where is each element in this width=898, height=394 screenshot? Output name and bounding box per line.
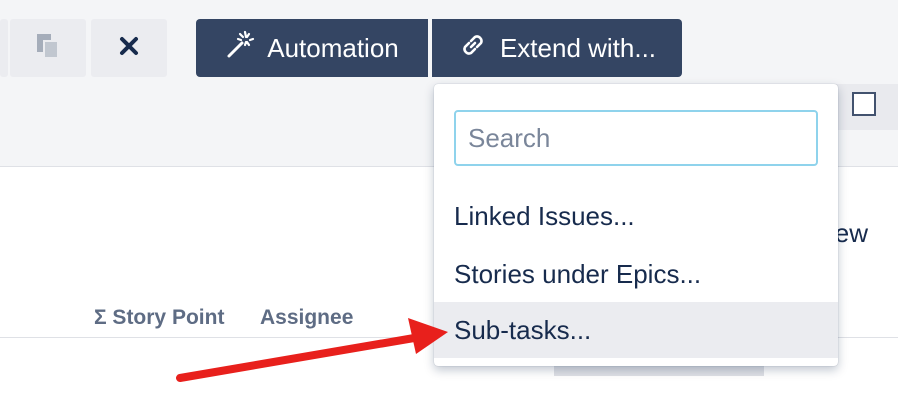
automation-label: Automation xyxy=(267,32,399,63)
menu-item-stories-under-epics[interactable]: Stories under Epics... xyxy=(434,246,838,302)
link-icon xyxy=(458,30,488,67)
close-icon xyxy=(119,36,139,61)
extend-with-button[interactable]: Extend with... xyxy=(432,19,682,77)
column-header-story-points[interactable]: Σ Story Point xyxy=(94,306,224,330)
column-header-assignee[interactable]: Assignee xyxy=(260,306,353,330)
close-button[interactable] xyxy=(91,19,167,77)
copy-icon xyxy=(35,32,61,65)
menu-item-linked-issues[interactable]: Linked Issues... xyxy=(434,188,838,244)
menu-item-sub-tasks[interactable]: Sub-tasks... xyxy=(434,302,838,358)
menu-item-label: Sub-tasks... xyxy=(454,314,592,345)
search-input[interactable] xyxy=(454,110,818,166)
automation-button[interactable]: Automation xyxy=(196,19,428,77)
toolbar-button-partial[interactable] xyxy=(0,19,8,77)
copy-button[interactable] xyxy=(10,19,86,77)
checkbox-icon[interactable] xyxy=(852,92,876,116)
extend-with-label: Extend with... xyxy=(499,32,657,63)
extend-with-dropdown: Linked Issues... Stories under Epics... … xyxy=(434,84,838,366)
menu-item-label: Linked Issues... xyxy=(454,200,635,231)
menu-item-label: Stories under Epics... xyxy=(454,258,702,289)
magic-wand-icon xyxy=(225,30,255,67)
